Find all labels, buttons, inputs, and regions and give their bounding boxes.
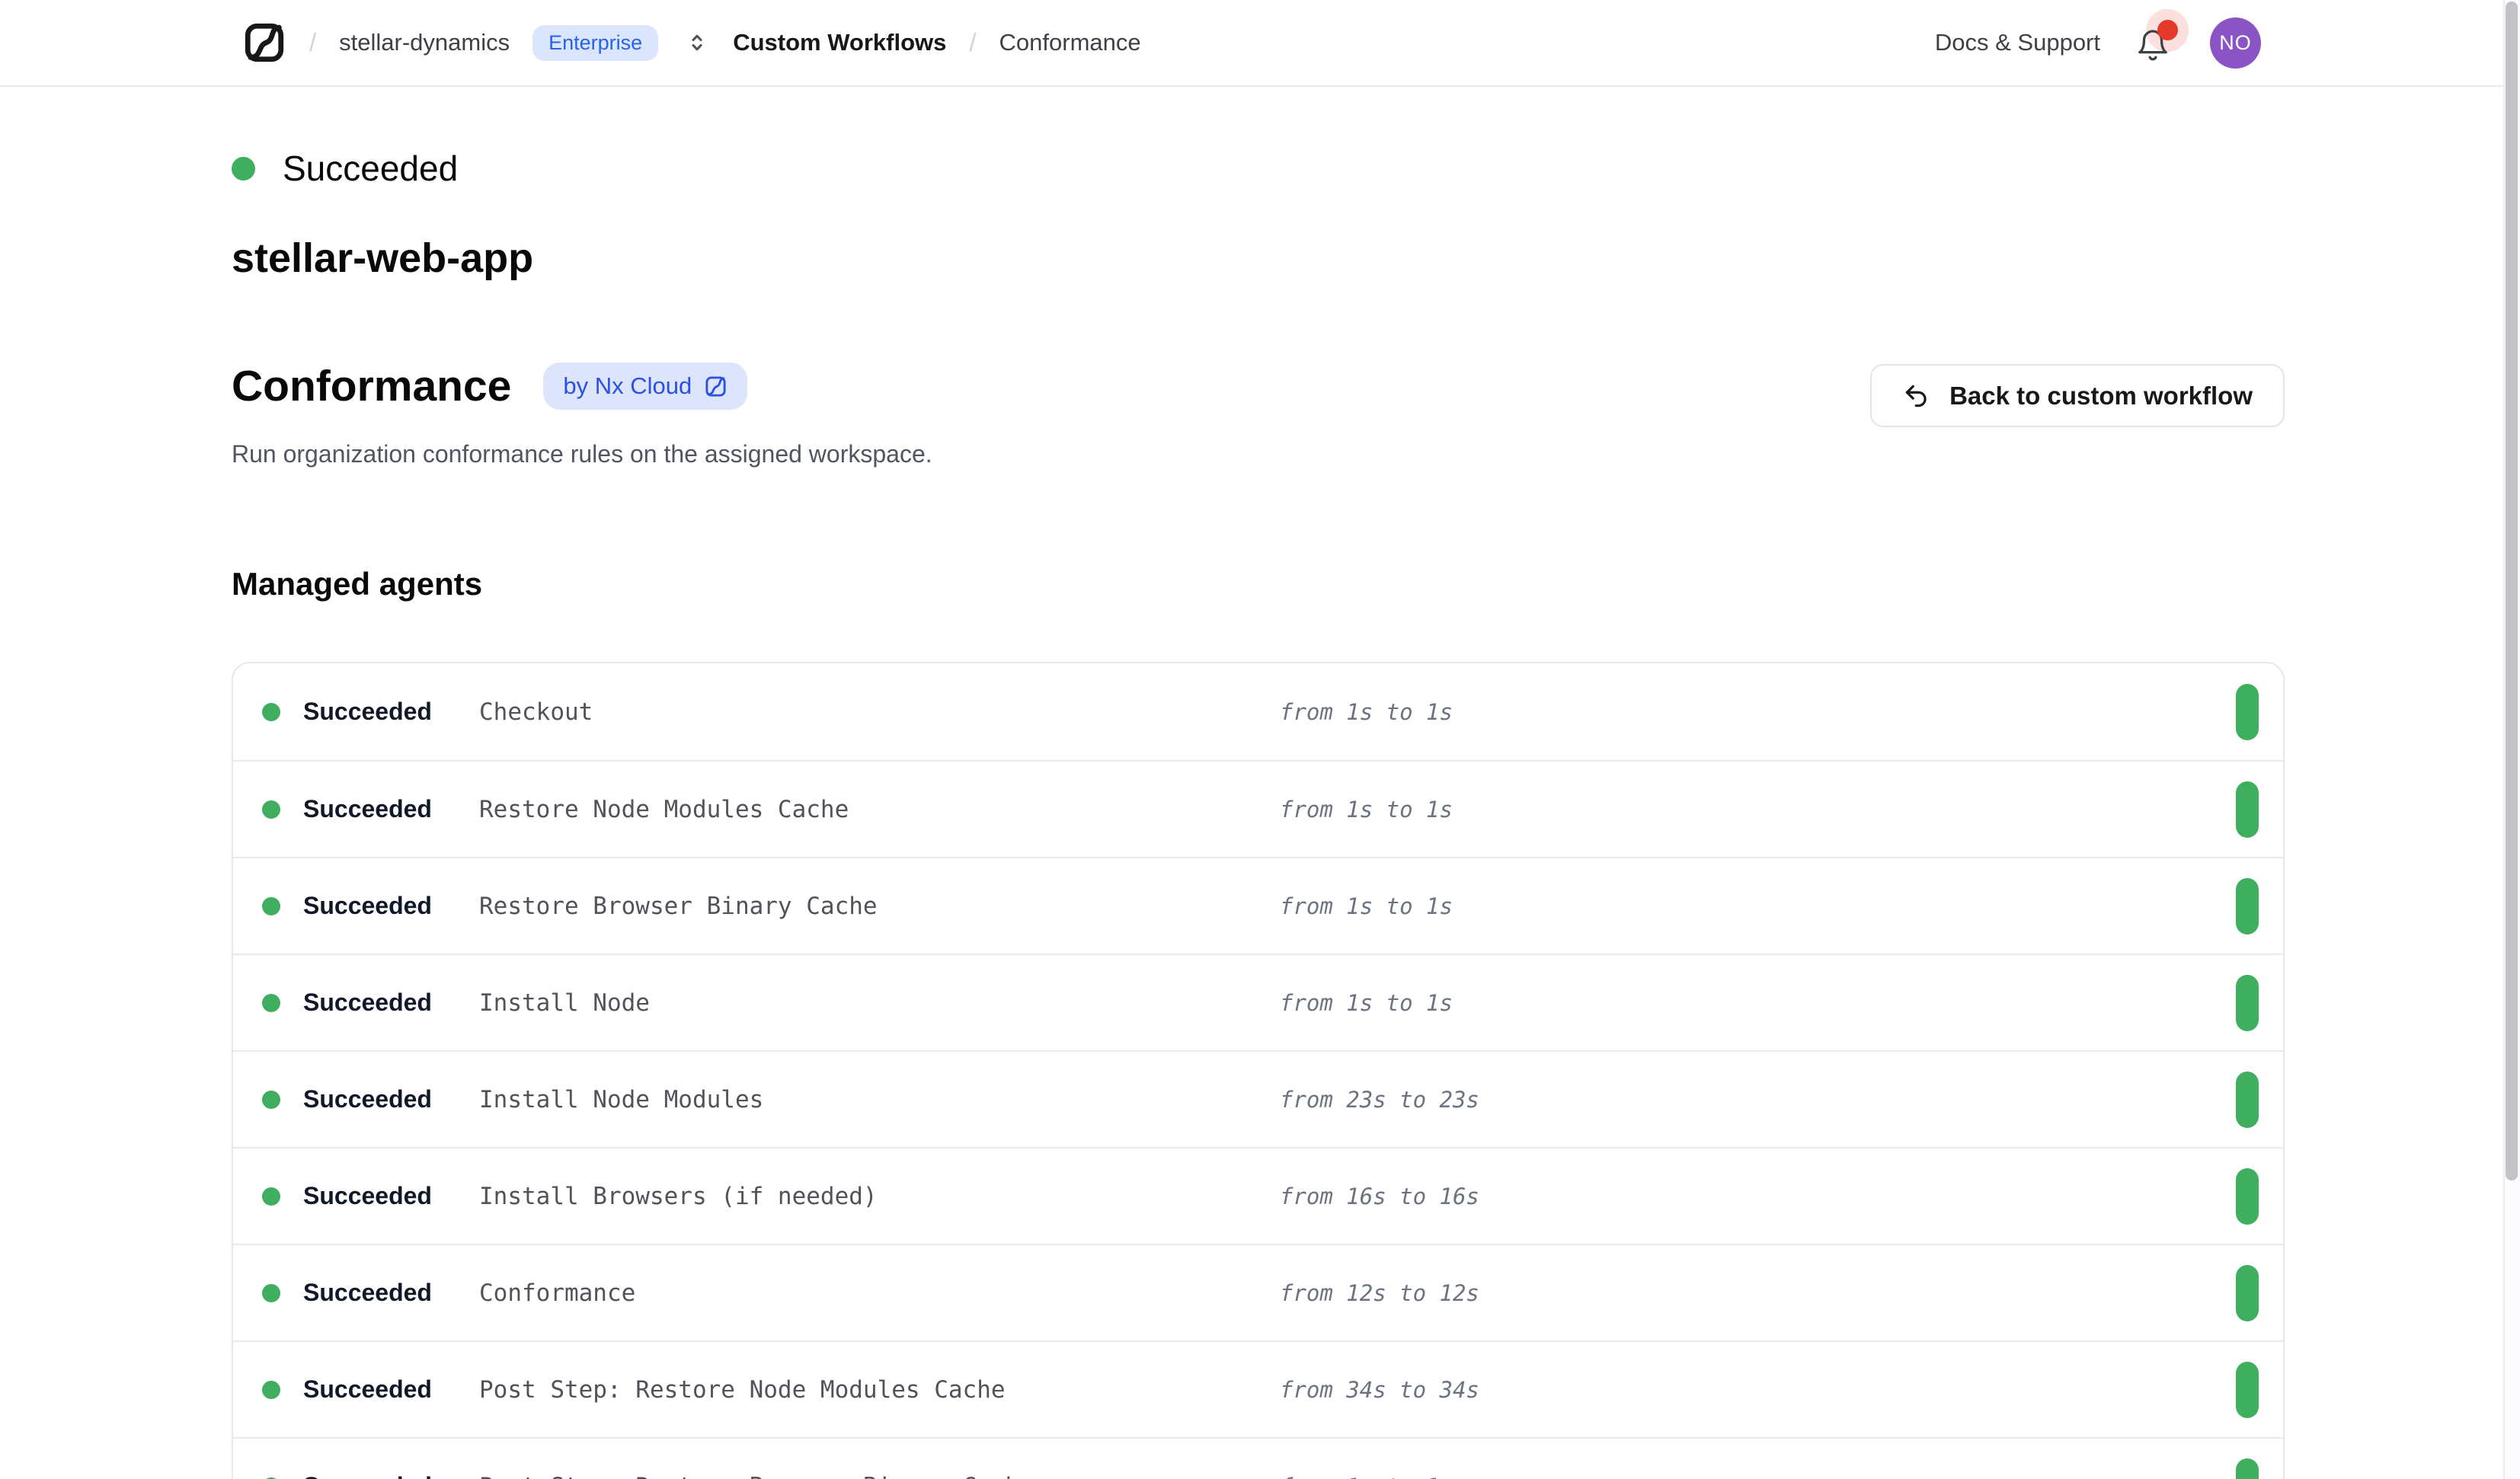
top-navbar: / stellar-dynamics Enterprise Custom Wor…	[0, 0, 2520, 87]
step-duration: from 1s to 1s	[1280, 797, 2236, 823]
step-status: Succeeded	[262, 1182, 479, 1210]
step-status-label: Succeeded	[303, 1085, 432, 1113]
step-duration: from 12s to 12s	[1280, 1280, 2236, 1306]
workspace-switcher-icon[interactable]	[684, 30, 710, 56]
step-status: Succeeded	[262, 892, 479, 920]
step-status-label: Succeeded	[303, 1375, 432, 1404]
plan-badge: Enterprise	[532, 25, 658, 61]
duration-bar-icon	[2236, 1265, 2259, 1321]
duration-bar-icon	[2236, 878, 2259, 934]
step-status: Succeeded	[262, 1472, 479, 1479]
step-status: Succeeded	[262, 989, 479, 1017]
nx-logo-small-icon	[704, 375, 728, 398]
step-status: Succeeded	[262, 1375, 479, 1404]
step-status: Succeeded	[262, 795, 479, 823]
duration-bar-icon	[2236, 1168, 2259, 1225]
main-content: Succeeded stellar-web-app Conformance by…	[0, 148, 2520, 1479]
by-nx-cloud-label: by Nx Cloud	[563, 372, 692, 400]
step-status: Succeeded	[262, 698, 479, 726]
workflow-description: Run organization conformance rules on th…	[232, 440, 932, 468]
step-duration: from 1s to 1s	[1280, 1474, 2236, 1479]
step-status: Succeeded	[262, 1279, 479, 1307]
agent-step-row[interactable]: Succeeded Install Node Modules from 23s …	[233, 1050, 2283, 1147]
duration-bar-icon	[2236, 781, 2259, 838]
scrollbar-track	[2503, 0, 2520, 1479]
step-status-label: Succeeded	[303, 989, 432, 1017]
duration-bar-icon	[2236, 975, 2259, 1031]
step-status-label: Succeeded	[303, 1182, 432, 1210]
step-duration: from 1s to 1s	[1280, 699, 2236, 725]
step-status-label: Succeeded	[303, 1279, 432, 1307]
agent-step-row[interactable]: Succeeded Install Node from 1s to 1s	[233, 954, 2283, 1050]
step-name: Post Step: Restore Node Modules Cache	[479, 1376, 1280, 1404]
scrollbar-thumb[interactable]	[2506, 2, 2518, 1180]
back-button-label: Back to custom workflow	[1949, 382, 2253, 410]
run-status: Succeeded	[232, 148, 2285, 189]
breadcrumb-separator: /	[309, 28, 316, 57]
status-dot-icon	[262, 1091, 280, 1109]
step-status-label: Succeeded	[303, 892, 432, 920]
status-dot-icon	[262, 1284, 280, 1302]
agent-step-row[interactable]: Succeeded Install Browsers (if needed) f…	[233, 1147, 2283, 1244]
docs-support-link[interactable]: Docs & Support	[1935, 29, 2100, 56]
run-status-label: Succeeded	[283, 148, 458, 189]
workflow-title-block: Conformance by Nx Cloud Run organization…	[232, 361, 932, 468]
step-status-label: Succeeded	[303, 1472, 432, 1479]
step-duration: from 23s to 23s	[1280, 1087, 2236, 1113]
status-dot-icon	[262, 703, 280, 721]
step-name: Install Node	[479, 989, 1280, 1017]
notification-dot	[2157, 20, 2178, 40]
agent-step-row[interactable]: Succeeded Restore Browser Binary Cache f…	[233, 857, 2283, 954]
workspace-title: stellar-web-app	[232, 235, 2285, 282]
undo-arrow-icon	[1902, 382, 1931, 410]
by-nx-cloud-badge[interactable]: by Nx Cloud	[543, 363, 747, 410]
status-dot-icon	[262, 994, 280, 1012]
workflow-header: Conformance by Nx Cloud Run organization…	[232, 361, 2285, 468]
step-duration: from 1s to 1s	[1280, 893, 2236, 919]
breadcrumb-separator: /	[969, 28, 976, 57]
nx-cloud-logo-icon[interactable]	[242, 21, 286, 65]
step-name: Restore Node Modules Cache	[479, 796, 1280, 823]
breadcrumb-org[interactable]: stellar-dynamics	[339, 29, 510, 56]
step-name: Restore Browser Binary Cache	[479, 893, 1280, 920]
step-duration: from 34s to 34s	[1280, 1377, 2236, 1403]
step-duration: from 1s to 1s	[1280, 990, 2236, 1016]
status-dot-icon	[232, 157, 255, 180]
status-dot-icon	[262, 1381, 280, 1399]
agent-step-row[interactable]: Succeeded Checkout from 1s to 1s	[233, 663, 2283, 760]
agent-step-row[interactable]: Succeeded Post Step: Restore Node Module…	[233, 1340, 2283, 1437]
step-name: Post Step: Restore Browser Binary Cache	[479, 1473, 1280, 1479]
step-status-label: Succeeded	[303, 795, 432, 823]
user-avatar[interactable]: NO	[2210, 18, 2261, 69]
navbar-actions: Docs & Support NO	[1935, 18, 2261, 69]
notifications-bell-icon[interactable]	[2135, 21, 2175, 64]
step-name: Checkout	[479, 698, 1280, 726]
managed-agents-heading: Managed agents	[232, 566, 2285, 602]
step-name: Install Node Modules	[479, 1086, 1280, 1113]
agent-steps-card: Succeeded Checkout from 1s to 1s Succeed…	[232, 662, 2285, 1479]
duration-bar-icon	[2236, 1362, 2259, 1418]
step-status: Succeeded	[262, 1085, 479, 1113]
step-status-label: Succeeded	[303, 698, 432, 726]
status-dot-icon	[262, 800, 280, 819]
breadcrumb: / stellar-dynamics Enterprise Custom Wor…	[242, 21, 1141, 65]
agent-step-row[interactable]: Succeeded Conformance from 12s to 12s	[233, 1244, 2283, 1340]
breadcrumb-page: Conformance	[999, 29, 1141, 56]
step-name: Conformance	[479, 1279, 1280, 1307]
agent-step-row[interactable]: Succeeded Restore Node Modules Cache fro…	[233, 760, 2283, 857]
back-to-custom-workflow-button[interactable]: Back to custom workflow	[1870, 364, 2285, 427]
agent-step-row[interactable]: Succeeded Post Step: Restore Browser Bin…	[233, 1437, 2283, 1479]
step-duration: from 16s to 16s	[1280, 1184, 2236, 1209]
breadcrumb-section[interactable]: Custom Workflows	[733, 29, 946, 56]
status-dot-icon	[262, 897, 280, 915]
duration-bar-icon	[2236, 1458, 2259, 1479]
status-dot-icon	[262, 1187, 280, 1206]
workflow-title: Conformance	[232, 361, 511, 411]
duration-bar-icon	[2236, 684, 2259, 740]
step-name: Install Browsers (if needed)	[479, 1183, 1280, 1210]
duration-bar-icon	[2236, 1072, 2259, 1128]
